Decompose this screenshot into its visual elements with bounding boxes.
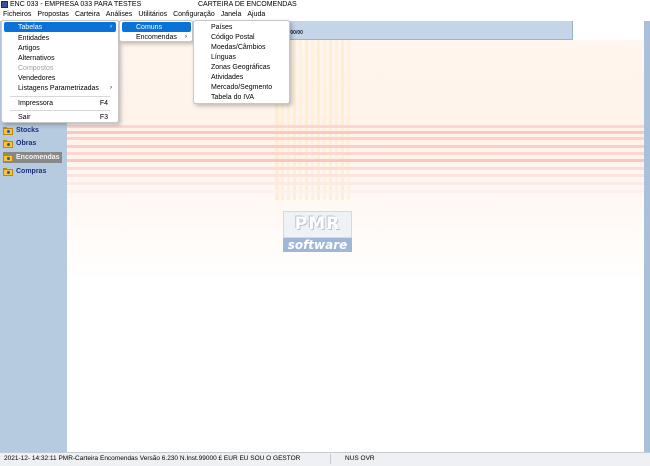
menu-item-label: Código Postal bbox=[211, 33, 255, 41]
menu-item-label: Moedas/Câmbios bbox=[211, 43, 266, 51]
menu-item-moedas-cambios[interactable]: Moedas/Câmbios bbox=[196, 42, 288, 52]
menu-item-tabelas[interactable]: Tabelas › bbox=[4, 22, 116, 32]
menu-item-tabela-iva[interactable]: Tabela do IVA bbox=[196, 92, 288, 102]
stripe bbox=[67, 190, 644, 193]
menu-item-label: Sair bbox=[18, 113, 31, 121]
menu-separator bbox=[10, 96, 110, 97]
sidebar-item-label: Stocks bbox=[16, 127, 39, 134]
menu-item-label: Listagens Parametrizadas bbox=[18, 84, 99, 92]
sidebar-item-compras[interactable]: Compras bbox=[3, 166, 46, 177]
status-separator bbox=[330, 454, 331, 464]
menu-item-zonas-geograficas[interactable]: Zonas Geográficas bbox=[196, 62, 288, 72]
stripe bbox=[67, 145, 644, 148]
menu-item-compostos: Compostos bbox=[4, 63, 116, 73]
menu-shortcut: F4 bbox=[99, 99, 108, 107]
status-keys: NUS OVR bbox=[345, 455, 375, 462]
menu-item-label: Tabela do IVA bbox=[211, 93, 255, 101]
folder-icon bbox=[3, 167, 13, 176]
mdi-header-tab bbox=[572, 21, 644, 40]
tabelas-submenu: Comuns Encomendas › bbox=[119, 20, 193, 42]
menu-item-mercado-segmento[interactable]: Mercado/Segmento bbox=[196, 82, 288, 92]
app-icon bbox=[1, 1, 8, 8]
menu-item-vendedores[interactable]: Vendedores bbox=[4, 73, 116, 83]
menu-item-label: Entidades bbox=[18, 34, 50, 42]
menu-item-label: Línguas bbox=[211, 53, 236, 61]
document-title: CARTEIRA DE ENCOMENDAS bbox=[198, 1, 297, 8]
menu-shortcut: F3 bbox=[99, 113, 108, 121]
window-title: ENC 033 - EMPRESA 033 PARA TESTES bbox=[10, 1, 142, 8]
status-info: 2021-12- 14:32:11 PMR-Carteira Encomenda… bbox=[4, 455, 301, 462]
menu-item-atividades[interactable]: Atividades bbox=[196, 72, 288, 82]
stripe bbox=[67, 131, 644, 134]
stripe bbox=[67, 152, 644, 155]
comuns-submenu: Países Código Postal Moedas/Câmbios Líng… bbox=[193, 20, 290, 104]
sidebar-item-stocks[interactable]: Stocks bbox=[3, 125, 39, 136]
menu-item-label: Países bbox=[211, 23, 233, 31]
menu-item-encomendas[interactable]: Encomendas › bbox=[122, 32, 191, 42]
menu-item-paises[interactable]: Países bbox=[196, 22, 288, 32]
sidebar-item-label: Compras bbox=[16, 168, 47, 175]
decor-stripes bbox=[67, 125, 644, 197]
menu-item-label: Encomendas bbox=[136, 33, 177, 41]
ficheiros-menu: Tabelas › Entidades Artigos Alternativos… bbox=[1, 20, 119, 123]
stripe bbox=[67, 182, 644, 185]
submenu-arrow-icon: › bbox=[110, 24, 112, 30]
menu-item-artigos[interactable]: Artigos bbox=[4, 43, 116, 53]
menu-item-label: Tabelas bbox=[18, 23, 43, 31]
folder-icon bbox=[3, 126, 13, 135]
logo-bottom-text: software bbox=[283, 238, 352, 252]
submenu-arrow-icon: › bbox=[185, 34, 187, 40]
date-field-fragment: /00/00 bbox=[289, 30, 303, 36]
menu-item-codigo-postal[interactable]: Código Postal bbox=[196, 32, 288, 42]
menu-item-linguas[interactable]: Línguas bbox=[196, 52, 288, 62]
sidebar-item-label: Obras bbox=[16, 140, 37, 147]
stripe bbox=[67, 125, 644, 128]
menu-item-alternativos[interactable]: Alternativos bbox=[4, 53, 116, 63]
folder-icon bbox=[3, 139, 13, 148]
status-bar: 2021-12- 14:32:11 PMR-Carteira Encomenda… bbox=[0, 452, 650, 466]
menu-item-label: Artigos bbox=[18, 44, 40, 52]
menu-item-label: Mercado/Segmento bbox=[211, 83, 273, 91]
submenu-arrow-icon: › bbox=[110, 85, 112, 91]
menu-item-label: Vendedores bbox=[18, 74, 56, 82]
menu-item-listagens[interactable]: Listagens Parametrizadas › bbox=[4, 83, 116, 93]
menu-item-label: Alternativos bbox=[18, 54, 55, 62]
stripe bbox=[67, 167, 644, 170]
sidebar-item-obras[interactable]: Obras bbox=[3, 138, 36, 149]
menu-item-label: Atividades bbox=[211, 73, 244, 81]
sidebar-item-label: Encomendas bbox=[16, 154, 60, 161]
folder-icon bbox=[3, 153, 13, 162]
mdi-workspace: /00/00 PMR software bbox=[67, 21, 644, 452]
menu-item-sair[interactable]: Sair F3 bbox=[4, 112, 116, 122]
pmr-software-logo: PMR software bbox=[283, 211, 352, 253]
menu-item-label: Compostos bbox=[18, 64, 54, 72]
menu-item-label: Zonas Geográficas bbox=[211, 63, 271, 71]
menu-item-label: Comuns bbox=[136, 23, 163, 31]
title-bar: ENC 033 - EMPRESA 033 PARA TESTES CARTEI… bbox=[0, 0, 650, 10]
sidebar-item-encomendas[interactable]: Encomendas bbox=[3, 152, 62, 163]
menu-item-impressora[interactable]: Impressora F4 bbox=[4, 98, 116, 108]
stripe bbox=[67, 137, 644, 140]
menu-item-entidades[interactable]: Entidades bbox=[4, 33, 116, 43]
logo-top-text: PMR bbox=[283, 211, 352, 238]
menu-item-comuns[interactable]: Comuns bbox=[122, 22, 191, 32]
stripe bbox=[67, 174, 644, 177]
menu-item-label: Impressora bbox=[18, 99, 54, 107]
menu-separator bbox=[10, 110, 110, 111]
stripe bbox=[67, 159, 644, 162]
right-edge-strip bbox=[644, 21, 650, 452]
